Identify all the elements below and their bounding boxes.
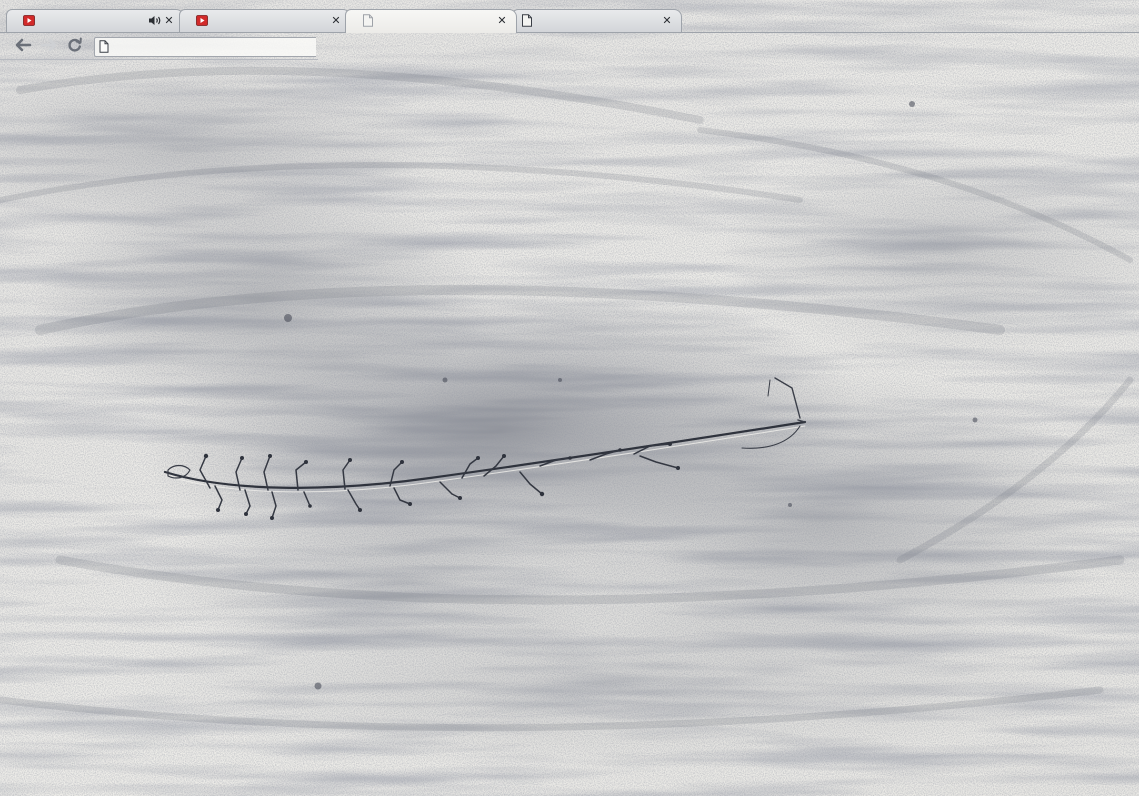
reload-icon[interactable] bbox=[66, 37, 84, 53]
browser-window: ✕ ✕ ✕ ✕ bbox=[0, 0, 1139, 796]
arrow-right-icon[interactable] bbox=[40, 37, 58, 53]
tab-3[interactable]: ✕ bbox=[345, 9, 517, 33]
address-bar[interactable] bbox=[94, 37, 316, 57]
youtube-icon bbox=[23, 15, 35, 26]
tab-1[interactable]: ✕ bbox=[6, 9, 184, 33]
tab-2-close-icon[interactable]: ✕ bbox=[330, 14, 342, 27]
page-icon bbox=[522, 14, 532, 27]
tab-strip: ✕ ✕ ✕ ✕ bbox=[0, 0, 1139, 36]
tab-3-close-icon[interactable]: ✕ bbox=[496, 14, 508, 27]
tab-1-close-icon[interactable]: ✕ bbox=[163, 14, 175, 27]
tab-4[interactable]: ✕ bbox=[512, 9, 682, 33]
page-icon bbox=[363, 14, 373, 27]
tab-2[interactable]: ✕ bbox=[179, 9, 351, 33]
graphite-drawing bbox=[0, 0, 1139, 796]
page-icon bbox=[99, 40, 109, 53]
youtube-icon bbox=[196, 15, 208, 26]
speaker-icon[interactable] bbox=[148, 14, 162, 27]
address-input[interactable] bbox=[113, 39, 303, 55]
toolbar-divider bbox=[0, 59, 318, 60]
tab-4-close-icon[interactable]: ✕ bbox=[661, 14, 673, 27]
arrow-left-icon[interactable] bbox=[14, 37, 32, 53]
